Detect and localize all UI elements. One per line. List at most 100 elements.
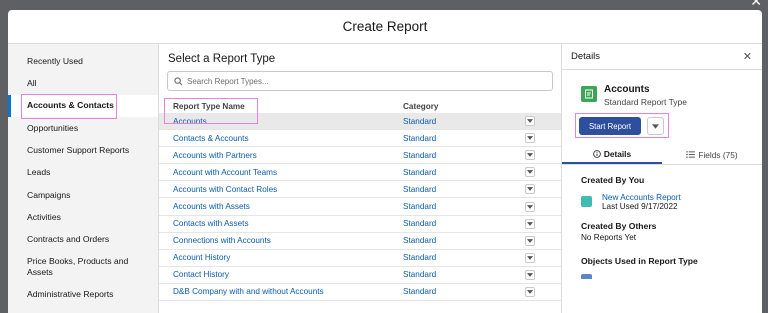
report-type-name-cell[interactable]: Accounts with Contact Roles xyxy=(159,185,403,194)
sidebar-item-label: Activities xyxy=(27,211,61,222)
sidebar-item-category[interactable]: Leads xyxy=(8,161,158,183)
category-cell: Standard xyxy=(403,184,437,194)
report-type-name-cell[interactable]: Account with Account Teams xyxy=(159,168,403,177)
report-type-name-cell[interactable]: Contacts & Accounts xyxy=(159,134,403,143)
row-actions-button[interactable] xyxy=(525,133,535,144)
details-title: Details xyxy=(571,51,601,62)
chevron-down-icon xyxy=(527,238,533,243)
report-type-name-cell[interactable]: Connections with Accounts xyxy=(159,236,403,245)
sidebar-item-label: Recently Used xyxy=(27,55,83,66)
category-cell: Standard xyxy=(403,133,437,143)
row-actions-button[interactable] xyxy=(525,252,535,263)
sidebar-item-label: Campaigns xyxy=(27,189,71,200)
created-by-others-heading: Created By Others xyxy=(581,221,657,231)
chevron-down-icon xyxy=(527,255,533,260)
report-type-table: Report Type Name Category Accounts Standa… xyxy=(159,98,561,302)
report-type-panel-title: Select a Report Type xyxy=(168,53,276,65)
sidebar-item-label: Price Books, Products and Assets xyxy=(27,256,129,278)
chevron-down-icon xyxy=(527,136,533,141)
sidebar-item-category[interactable]: Contracts and Orders xyxy=(8,228,158,250)
row-actions-button[interactable] xyxy=(525,116,535,127)
report-type-name: Accounts xyxy=(604,84,650,95)
last-used-text: Last Used 9/17/2022 xyxy=(602,202,678,211)
report-icon xyxy=(581,196,592,207)
category-cell: Standard xyxy=(403,219,437,229)
row-actions-button[interactable] xyxy=(525,201,535,212)
created-by-you-heading: Created By You xyxy=(581,175,645,185)
report-type-icon xyxy=(581,86,597,102)
category-cell: Standard xyxy=(403,202,437,212)
row-actions-button[interactable] xyxy=(525,286,535,297)
details-panel: Details ✕ Accounts Standard Report Type … xyxy=(562,44,762,313)
sidebar-item-label: Contracts and Orders xyxy=(27,234,110,245)
chevron-down-icon xyxy=(527,221,533,226)
sidebar-item-label: Leads xyxy=(27,167,51,178)
table-row[interactable]: Accounts with Partners Standard xyxy=(159,147,561,165)
sidebar-item-category[interactable]: Recently Used xyxy=(8,50,158,72)
row-actions-button[interactable] xyxy=(525,218,535,229)
sidebar-item-label: All xyxy=(27,78,37,89)
table-row[interactable]: Account History Standard xyxy=(159,250,561,267)
table-row[interactable]: Connections with Accounts Standard xyxy=(159,233,561,250)
sidebar-item-label: Opportunities xyxy=(27,122,79,133)
modal-title: Create Report xyxy=(8,10,762,44)
table-row[interactable]: D&B Company with and without Accounts Sta… xyxy=(159,284,561,302)
list-icon xyxy=(686,151,696,158)
report-type-kind: Standard Report Type xyxy=(604,97,688,107)
chevron-down-icon xyxy=(527,170,533,175)
report-type-name-cell[interactable]: Contacts with Assets xyxy=(159,219,403,228)
row-actions-button[interactable] xyxy=(525,235,535,246)
table-row[interactable]: Accounts with Assets Standard xyxy=(159,198,561,216)
chevron-down-icon xyxy=(527,204,533,209)
category-cell: Standard xyxy=(403,270,437,280)
report-type-name-cell[interactable]: Accounts with Assets xyxy=(159,202,403,211)
table-row[interactable]: Contacts & Accounts Standard xyxy=(159,130,561,148)
table-row[interactable]: Contact History Standard xyxy=(159,267,561,284)
header-highlight xyxy=(164,98,258,124)
chevron-down-icon xyxy=(527,273,533,277)
tab-details[interactable]: Details xyxy=(562,145,662,164)
row-actions-button[interactable] xyxy=(525,150,535,161)
sidebar-item-category[interactable]: Accounts & Contacts xyxy=(8,93,158,119)
table-header: Report Type Name Category xyxy=(159,98,561,124)
sidebar-item-category[interactable]: Price Books, Products and Assets xyxy=(8,251,158,284)
category-cell: Standard xyxy=(403,287,437,297)
category-cell: Standard xyxy=(403,150,437,160)
sidebar-item-label: Customer Support Reports xyxy=(27,144,130,155)
table-row[interactable]: Accounts with Contact Roles Standard xyxy=(159,181,561,199)
sidebar-item-category[interactable]: Activities xyxy=(8,206,158,228)
report-type-name-cell[interactable]: Contact History xyxy=(159,270,403,279)
report-type-name-cell[interactable]: Accounts with Partners xyxy=(159,151,403,160)
tab-fields[interactable]: Fields (75) xyxy=(662,145,762,164)
sidebar-item-category[interactable]: Campaigns xyxy=(8,184,158,206)
row-actions-button[interactable] xyxy=(525,269,535,280)
sidebar-item-category[interactable]: Administrative Reports xyxy=(8,284,158,306)
chevron-down-icon xyxy=(527,187,533,192)
sidebar-item-category[interactable]: All xyxy=(8,72,158,94)
category-cell: Standard xyxy=(403,236,437,246)
chevron-down-icon xyxy=(527,153,533,158)
report-type-name-cell[interactable]: D&B Company with and without Accounts xyxy=(159,287,403,296)
report-type-panel: Select a Report Type Search Report Types… xyxy=(159,44,562,313)
close-icon[interactable]: ✕ xyxy=(743,50,752,63)
category-cell: Standard xyxy=(403,167,437,177)
table-row[interactable]: Contacts with Assets Standard xyxy=(159,216,561,233)
create-report-modal: Create Report Recently Used All Accounts &… xyxy=(8,10,762,313)
search-icon xyxy=(174,76,183,85)
sidebar-item-category[interactable]: Opportunities xyxy=(8,117,158,139)
objects-used-heading: Objects Used in Report Type xyxy=(581,256,698,266)
category-highlight xyxy=(21,93,117,119)
window-close-icon[interactable]: ✕ xyxy=(750,0,762,10)
row-actions-button[interactable] xyxy=(525,167,535,178)
table-row[interactable]: Account with Account Teams Standard xyxy=(159,164,561,182)
new-accounts-report-link[interactable]: New Accounts Report xyxy=(602,193,681,202)
sidebar-item-category[interactable]: Customer Support Reports xyxy=(8,139,158,161)
report-type-name-cell[interactable]: Account History xyxy=(159,253,403,262)
start-highlight xyxy=(575,113,669,138)
object-icon xyxy=(581,274,592,279)
info-icon xyxy=(593,149,601,158)
search-input[interactable]: Search Report Types... xyxy=(167,71,553,91)
column-header-category[interactable]: Category xyxy=(403,102,439,111)
row-actions-button[interactable] xyxy=(525,184,535,195)
category-cell: Standard xyxy=(403,253,437,263)
